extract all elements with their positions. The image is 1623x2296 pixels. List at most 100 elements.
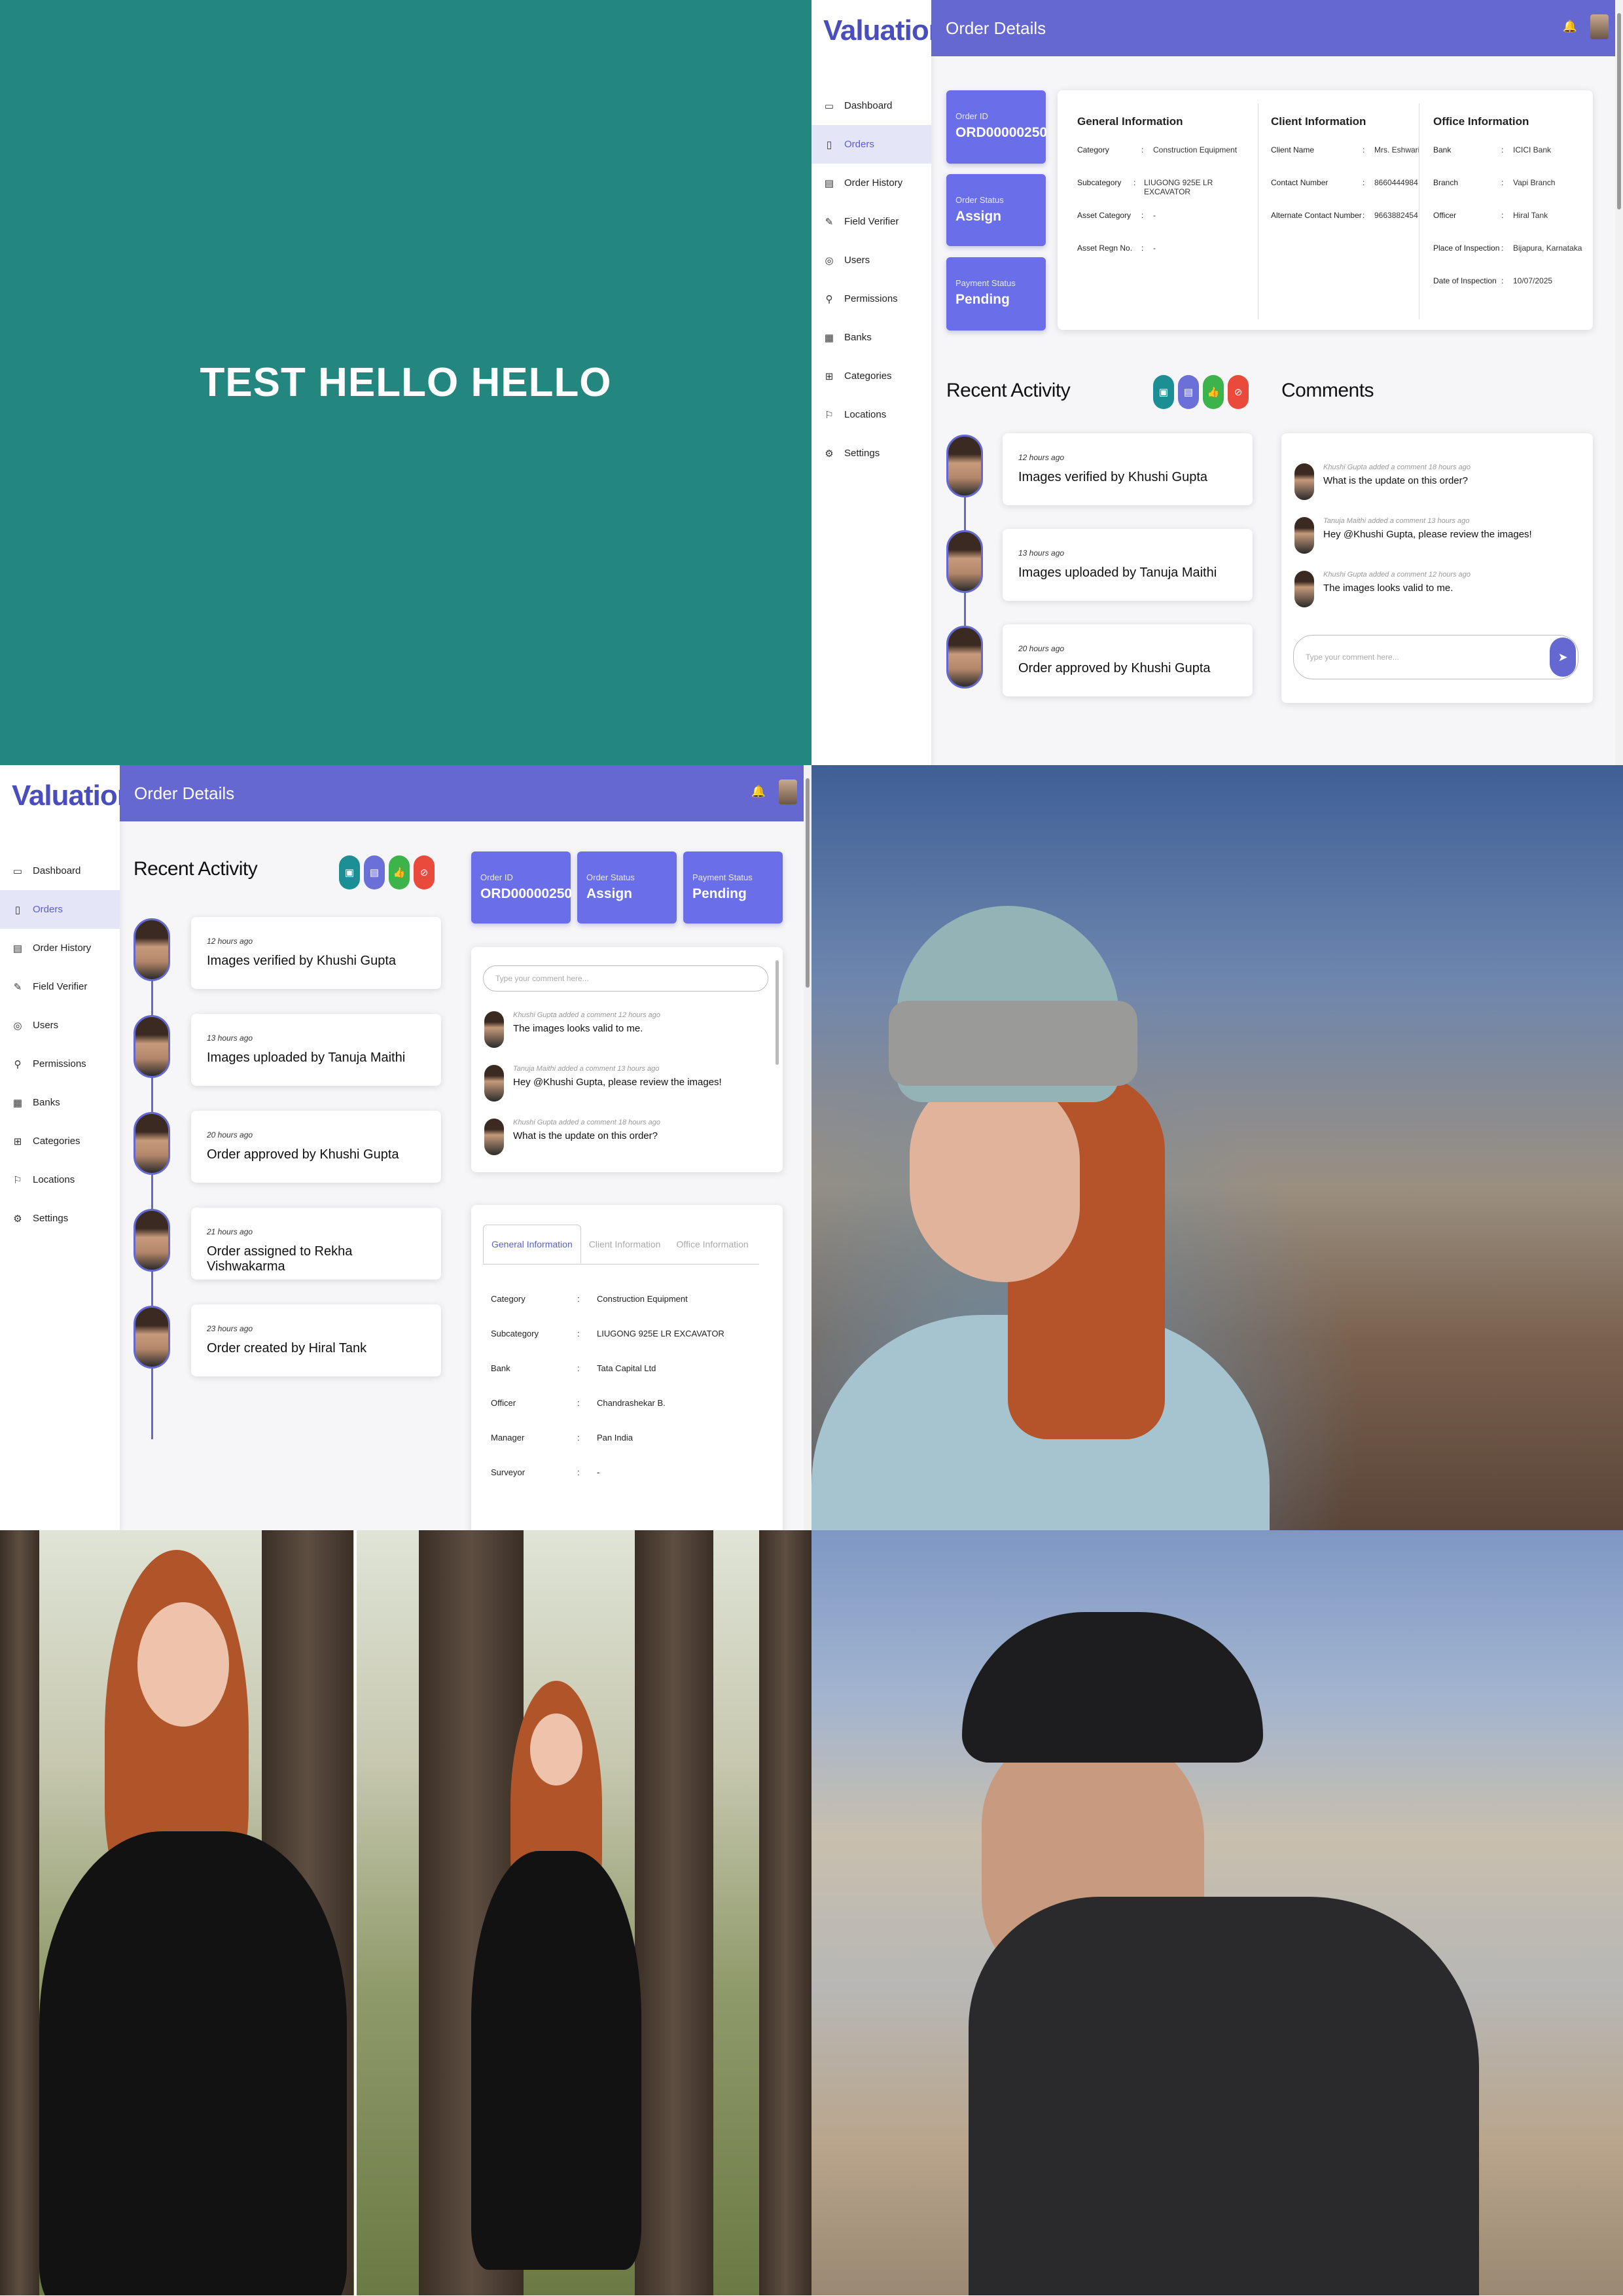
image-icon[interactable]: ▣ [1153,375,1174,409]
order-status-label: Order Status [586,872,635,882]
photo-face [910,1073,1080,1282]
activity-message: Order assigned to Rekha Vishwakarma [207,1244,353,1274]
page-title: Order Details [946,18,1046,38]
tree-trunk [759,1530,812,2295]
activity-card: 21 hours ago Order assigned to Rekha Vish… [191,1208,441,1280]
recent-activity-title: Recent Activity [134,858,258,880]
comment-input[interactable]: Type your comment here... [1293,635,1578,679]
info-row: Date of Inspection:10/07/2025 [1433,276,1584,309]
categories-icon: ⊞ [825,370,834,382]
sidebar-item-settings[interactable]: ⚙ Settings [0,1199,120,1238]
bank-icon: ▦ [824,332,834,344]
banner-text: TEST HELLO HELLO [200,360,612,405]
avatar [946,626,983,689]
tree-trunk [0,1530,39,2295]
avatar [484,1119,504,1155]
sidebar-item-orders[interactable]: ▯ Orders [812,125,931,164]
order-details-compact: Valuation ▭ Dashboard ▯ Orders ▤ Order Histor… [0,765,812,1530]
bell-icon[interactable]: 🔔 [751,785,766,798]
sidebar-item-field-verifier[interactable]: ✎ Field Verifier [812,202,931,241]
avatar [484,1011,504,1048]
info-label: Bank [491,1363,510,1373]
location-icon: ⚐ [13,1174,22,1186]
sidebar-item-banks[interactable]: ▦ Banks [0,1083,120,1122]
sidebar-item-order-history[interactable]: ▤ Order History [0,929,120,967]
sidebar-item-label: Field Verifier [844,216,899,227]
sidebar-item-settings[interactable]: ⚙ Settings [812,434,931,473]
sidebar-item-label: Orders [844,139,874,150]
sidebar-item-label: Dashboard [844,100,893,111]
cancel-icon[interactable]: ⊘ [414,855,435,889]
sidebar-item-locations[interactable]: ⚐ Locations [0,1160,120,1199]
avatar [1294,571,1314,607]
sidebar-item-dashboard[interactable]: ▭ Dashboard [0,852,120,890]
sidebar-item-label: Banks [33,1097,60,1108]
tab-client-information[interactable]: Client Information [581,1225,669,1264]
avatar [1294,463,1314,500]
bell-icon[interactable]: 🔔 [1563,20,1577,33]
info-value: LIUGONG 925E LR EXCAVATOR [597,1329,724,1338]
info-row: Manager: Pan India [491,1433,633,1443]
send-icon[interactable]: ➤ [1550,637,1576,677]
info-label: Surveyor [491,1467,526,1477]
info-value: - [1153,243,1156,253]
sidebar-item-permissions[interactable]: ⚲ Permissions [812,279,931,318]
document-icon[interactable]: ▤ [1178,375,1199,409]
avatar [484,1065,504,1102]
comment-input[interactable]: Type your comment here... [483,965,768,992]
sidebar-item-locations[interactable]: ⚐ Locations [812,395,931,434]
thumbs-up-icon[interactable]: 👍 [389,855,410,889]
header: Order Details 🔔 [120,765,804,821]
scrollbar[interactable] [1615,0,1623,765]
tab-general-information[interactable]: General Information [483,1225,581,1264]
activity-message: Order approved by Khushi Gupta [207,1147,399,1162]
gear-icon: ⚙ [825,448,834,459]
activity-card: 12 hours ago Images verified by Khushi Gu… [191,917,441,989]
document-icon[interactable]: ▤ [364,855,385,889]
sidebar-item-categories[interactable]: ⊞ Categories [0,1122,120,1160]
sidebar-item-label: Settings [33,1213,69,1224]
cancel-icon[interactable]: ⊘ [1228,375,1249,409]
colon: : [577,1329,580,1338]
comments-scrollbar[interactable] [776,960,779,1065]
info-value: - [1153,211,1156,220]
activity-actions: ▣ ▤ 👍 ⊘ [1153,375,1249,409]
avatar [946,435,983,497]
info-row: Category: Construction Equipment [491,1294,688,1304]
sidebar-item-users[interactable]: ◎ Users [0,1006,120,1045]
avatar[interactable] [1590,14,1609,39]
activity-message: Order approved by Khushi Gupta [1018,661,1211,675]
payment-status-value: Pending [692,886,747,901]
activity-card: 23 hours ago Order created by Hiral Tank [191,1304,441,1376]
sidebar-item-categories[interactable]: ⊞ Categories [812,357,931,395]
sidebar-item-permissions[interactable]: ⚲ Permissions [0,1045,120,1083]
scrollbar[interactable] [804,765,812,1530]
activity-time: 12 hours ago [207,937,253,946]
info-value: Vapi Branch [1513,178,1556,187]
thumbs-up-icon[interactable]: 👍 [1203,375,1224,409]
activity-time: 21 hours ago [207,1227,253,1236]
comment-header: Khushi Gupta added a comment 18 hours ag… [513,1119,661,1126]
activity-message: Images uploaded by Tanuja Maithi [207,1050,406,1065]
order-status-card: Order Status Assign [577,852,677,924]
general-info-section: General Information Category: Constructio… [1077,115,1247,276]
sidebar-item-field-verifier[interactable]: ✎ Field Verifier [0,967,120,1006]
sidebar-item-order-history[interactable]: ▤ Order History [812,164,931,202]
tab-office-information[interactable]: Office Information [668,1225,756,1264]
sidebar-item-orders[interactable]: ▯ Orders [0,890,120,929]
payment-status-card: Payment Status Pending [946,257,1046,331]
image-icon[interactable]: ▣ [339,855,360,889]
info-label: Officer [491,1398,516,1408]
sidebar-item-dashboard[interactable]: ▭ Dashboard [812,86,931,125]
avatar[interactable] [779,780,797,804]
info-row: Officer: Hiral Tank [1433,211,1584,243]
comment-header: Khushi Gupta added a comment 18 hours ag… [1323,463,1471,471]
sidebar-item-banks[interactable]: ▦ Banks [812,318,931,357]
activity-card: 20 hours ago Order approved by Khushi Gup… [1003,624,1253,696]
logo: Valuation [12,780,135,812]
activity-time: 23 hours ago [207,1324,253,1333]
photo-scarf [969,1897,1479,2295]
comment-header: Khushi Gupta added a comment 12 hours ag… [513,1011,661,1019]
bank-icon: ▦ [12,1097,23,1109]
sidebar-item-users[interactable]: ◎ Users [812,241,931,279]
